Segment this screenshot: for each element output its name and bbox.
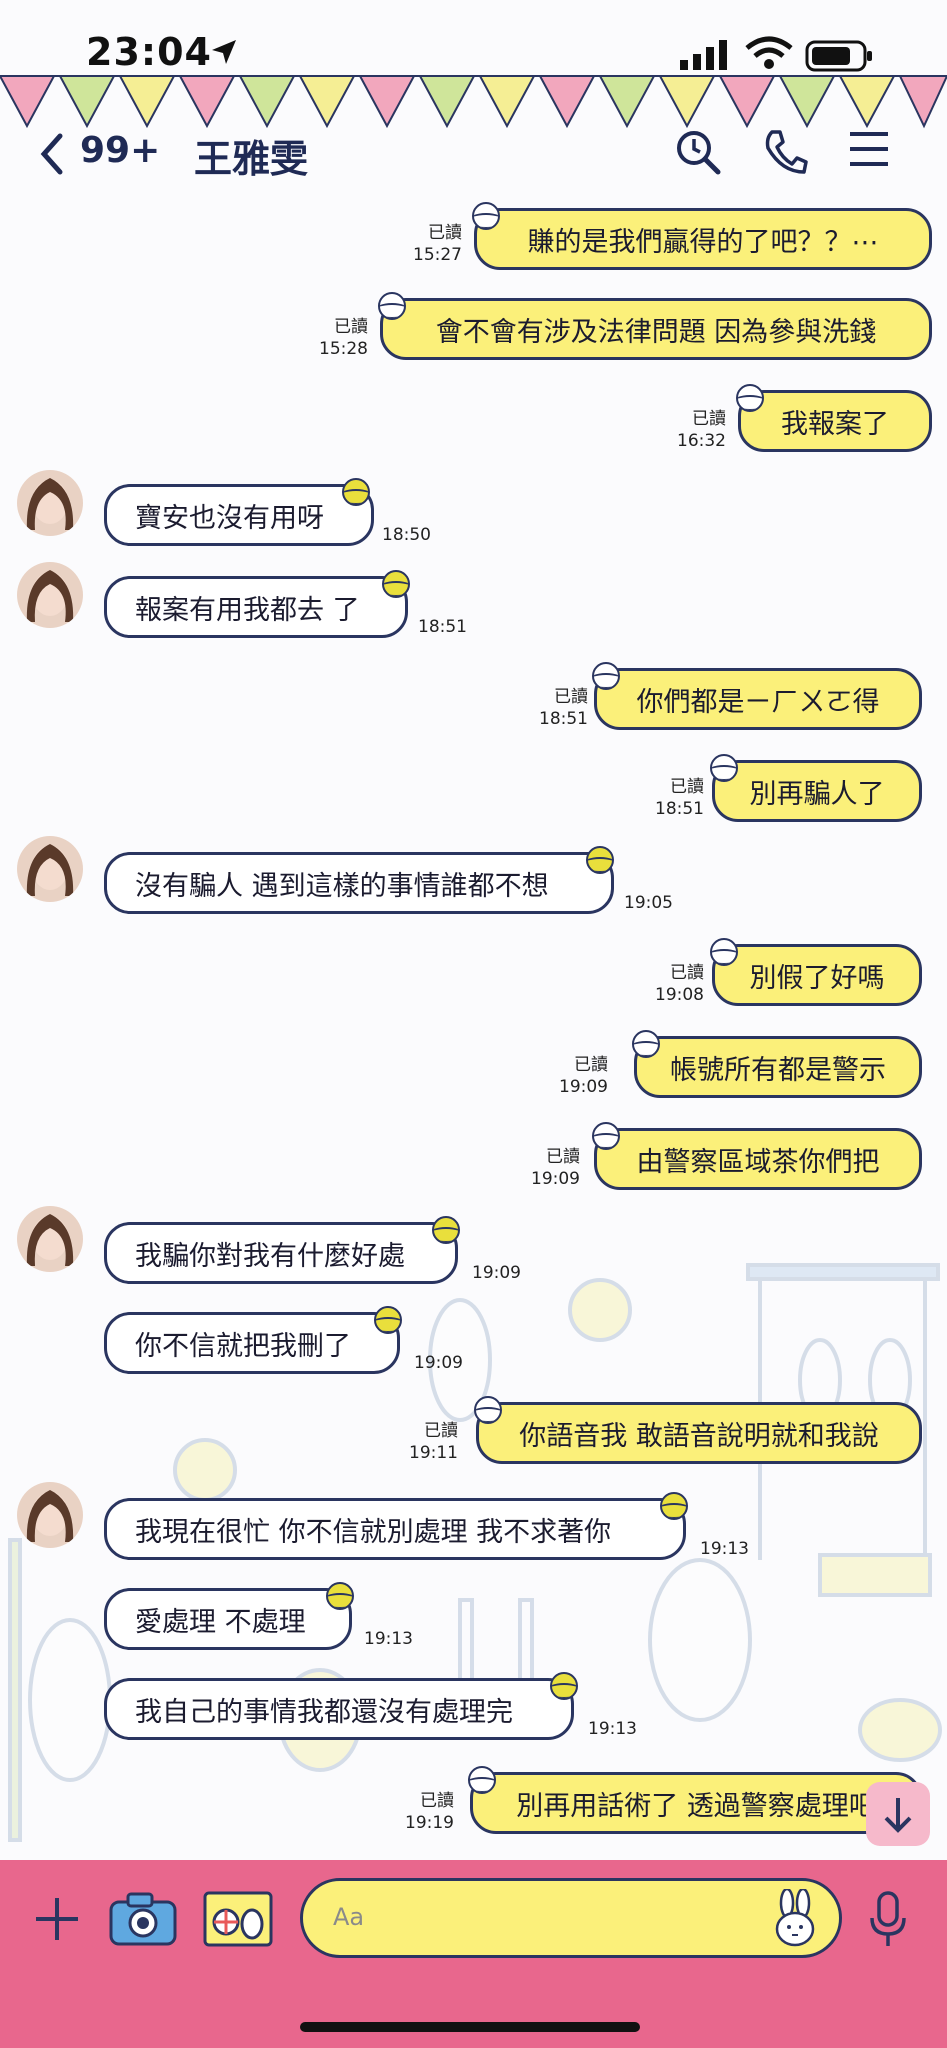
message-bubble-outgoing[interactable]: 別再騙人了 [712, 760, 922, 822]
message-bubble-incoming[interactable]: 愛處理 不處理 [104, 1588, 352, 1650]
message-time: 19:09 [414, 1353, 463, 1373]
message-bubble-incoming[interactable]: 沒有騙人 遇到這樣的事情誰都不想 [104, 852, 614, 914]
avatar-photo [17, 1206, 83, 1272]
volleyball-icon [374, 1306, 402, 1334]
volleyball-icon [382, 570, 410, 598]
volleyball-icon [632, 1030, 660, 1058]
volleyball-icon [592, 662, 620, 690]
message-time: 19:13 [700, 1539, 749, 1559]
volleyball-icon [474, 1396, 502, 1424]
message-bubble-outgoing[interactable]: 別再用話術了 透過警察處理吧 [470, 1772, 922, 1834]
message-meta: 已讀 19:19 [405, 1791, 454, 1833]
contact-avatar[interactable] [17, 470, 83, 536]
plus-icon[interactable] [32, 1894, 82, 1944]
message-list[interactable]: 已讀 15:27 賺的是我們贏得的了吧？？⋯ 已讀 15:28 會不會有涉及法律問題… [0, 190, 947, 1860]
scroll-down-button[interactable] [866, 1782, 930, 1846]
volleyball-icon [550, 1672, 578, 1700]
volleyball-icon [432, 1216, 460, 1244]
message-bubble-outgoing[interactable]: 由警察區域茶你們把 [594, 1128, 922, 1190]
volleyball-icon [326, 1582, 354, 1610]
message-meta: 已讀 18:51 [655, 777, 704, 819]
message-bubble-outgoing[interactable]: 你語音我 敢語音說明就和我說 [476, 1402, 922, 1464]
avatar-photo [17, 562, 83, 628]
avatar-photo [17, 470, 83, 536]
message-meta: 已讀 18:51 [539, 687, 588, 729]
volleyball-icon [736, 384, 764, 412]
message-bubble-incoming[interactable]: 我騙你對我有什麼好處 [104, 1222, 458, 1284]
search-clock-icon[interactable] [674, 128, 722, 176]
message-meta: 已讀 16:32 [677, 409, 726, 451]
message-time: 19:09 [472, 1263, 521, 1283]
message-bubble-outgoing[interactable]: 我報案了 [738, 390, 932, 452]
message-bubble-outgoing[interactable]: 賺的是我們贏得的了吧？？⋯ [474, 208, 932, 270]
camera-icon[interactable] [108, 1890, 178, 1948]
message-input-placeholder: Aa [333, 1903, 365, 1931]
image-icon[interactable] [202, 1890, 274, 1948]
contact-avatar[interactable] [17, 1482, 83, 1548]
microphone-icon[interactable] [868, 1890, 908, 1950]
message-time: 18:50 [382, 525, 431, 545]
location-arrow-icon [212, 40, 236, 64]
sticker-bunny-icon[interactable] [773, 1889, 817, 1949]
status-bar: 23:04 [0, 0, 947, 80]
message-bubble-outgoing[interactable]: 你們都是ㄧㄏㄨㄛ得 [594, 668, 922, 730]
scroll-down-icon [884, 1798, 912, 1833]
volleyball-icon [378, 292, 406, 320]
avatar-photo [17, 1482, 83, 1548]
contact-avatar[interactable] [17, 1206, 83, 1272]
volleyball-icon [472, 202, 500, 230]
contact-avatar[interactable] [17, 836, 83, 902]
unread-count[interactable]: 99+ [80, 130, 160, 171]
message-bubble-incoming[interactable]: 報案有用我都去 了 [104, 576, 408, 638]
message-bubble-outgoing[interactable]: 帳號所有都是警示 [634, 1036, 922, 1098]
message-meta: 已讀 15:28 [319, 317, 368, 359]
volleyball-icon [468, 1766, 496, 1794]
contact-avatar[interactable] [17, 562, 83, 628]
volleyball-icon [342, 478, 370, 506]
back-chevron-icon[interactable] [36, 130, 66, 178]
message-meta: 已讀 19:08 [655, 963, 704, 1005]
menu-icon[interactable] [848, 128, 890, 170]
volleyball-icon [586, 846, 614, 874]
input-bar: Aa [0, 1860, 947, 2048]
phone-icon[interactable] [762, 128, 808, 176]
message-time: 18:51 [418, 617, 467, 637]
volleyball-icon [592, 1122, 620, 1150]
wifi-icon [745, 36, 793, 69]
volleyball-icon [660, 1492, 688, 1520]
message-time: 19:13 [364, 1629, 413, 1649]
volleyball-icon [710, 938, 738, 966]
volleyball-icon [710, 754, 738, 782]
battery-icon [805, 40, 872, 72]
message-bubble-incoming[interactable]: 寶安也沒有用呀 [104, 484, 374, 546]
message-bubble-incoming[interactable]: 我現在很忙 你不信就別處理 我不求著你 [104, 1498, 686, 1560]
chat-header: 99+ 王雅雯 [0, 120, 947, 190]
message-time: 19:13 [588, 1719, 637, 1739]
message-time: 19:05 [624, 893, 673, 913]
message-bubble-incoming[interactable]: 你不信就把我刪了 [104, 1312, 400, 1374]
status-time: 23:04 [86, 30, 212, 74]
contact-name[interactable]: 王雅雯 [194, 128, 308, 183]
signal-icon [680, 40, 727, 70]
message-bubble-incoming[interactable]: 我自己的事情我都還沒有處理完 [104, 1678, 574, 1740]
avatar-photo [17, 836, 83, 902]
message-bubble-outgoing[interactable]: 會不會有涉及法律問題 因為參與洗錢 [380, 298, 932, 360]
message-meta: 已讀 19:11 [409, 1421, 458, 1463]
message-meta: 已讀 19:09 [531, 1147, 580, 1189]
chat-screen: 23:04 99+ 王雅雯 已讀 15:27 賺的是我們贏得的了吧？？⋯ 已讀 … [0, 0, 947, 2048]
message-meta: 已讀 15:27 [413, 223, 462, 265]
home-indicator[interactable] [300, 2022, 640, 2032]
message-meta: 已讀 19:09 [559, 1055, 608, 1097]
message-bubble-outgoing[interactable]: 別假了好嗎 [712, 944, 922, 1006]
message-input[interactable]: Aa [300, 1878, 842, 1958]
